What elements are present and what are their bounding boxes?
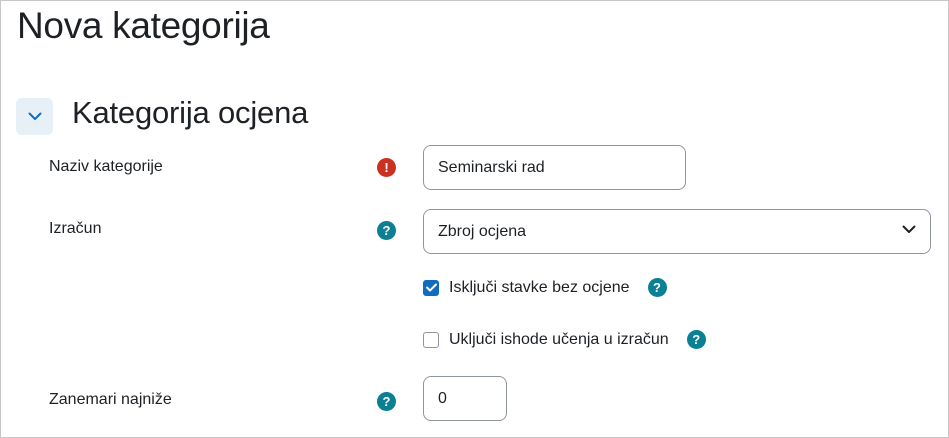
form-panel: Nova kategorija Kategorija ocjena Naziv … <box>0 0 949 438</box>
section-title: Kategorija ocjena <box>72 95 309 130</box>
section-collapse-button[interactable] <box>16 98 53 135</box>
checkmark-icon <box>425 283 437 292</box>
include-outcomes-row: Uključi ishode učenja u izračun ? <box>423 330 706 349</box>
drop-lowest-input[interactable] <box>423 376 507 421</box>
exclude-empty-checkbox[interactable] <box>423 279 439 296</box>
page-title: Nova kategorija <box>17 5 270 46</box>
question-icon[interactable]: ? <box>647 278 667 297</box>
exclamation-icon: ! <box>377 158 396 177</box>
question-icon[interactable]: ? <box>686 330 706 349</box>
include-outcomes-label[interactable]: Uključi ishode učenja u izračun <box>449 331 669 349</box>
calculation-label: Izračun <box>49 220 102 237</box>
category-name-label: Naziv kategorije <box>49 158 163 175</box>
question-icon[interactable]: ? <box>377 392 396 411</box>
question-icon[interactable]: ? <box>377 221 396 240</box>
exclude-empty-row: Isključi stavke bez ocjene ? <box>423 278 667 297</box>
chevron-down-icon <box>902 225 916 233</box>
exclude-empty-label[interactable]: Isključi stavke bez ocjene <box>449 279 630 297</box>
drop-lowest-label: Zanemari najniže <box>49 391 172 408</box>
chevron-down-icon <box>28 112 41 120</box>
calculation-select[interactable]: Zbroj ocjena <box>423 209 931 254</box>
include-outcomes-checkbox[interactable] <box>423 331 439 348</box>
calculation-selected-value: Zbroj ocjena <box>438 222 527 240</box>
category-name-input[interactable] <box>423 145 686 190</box>
